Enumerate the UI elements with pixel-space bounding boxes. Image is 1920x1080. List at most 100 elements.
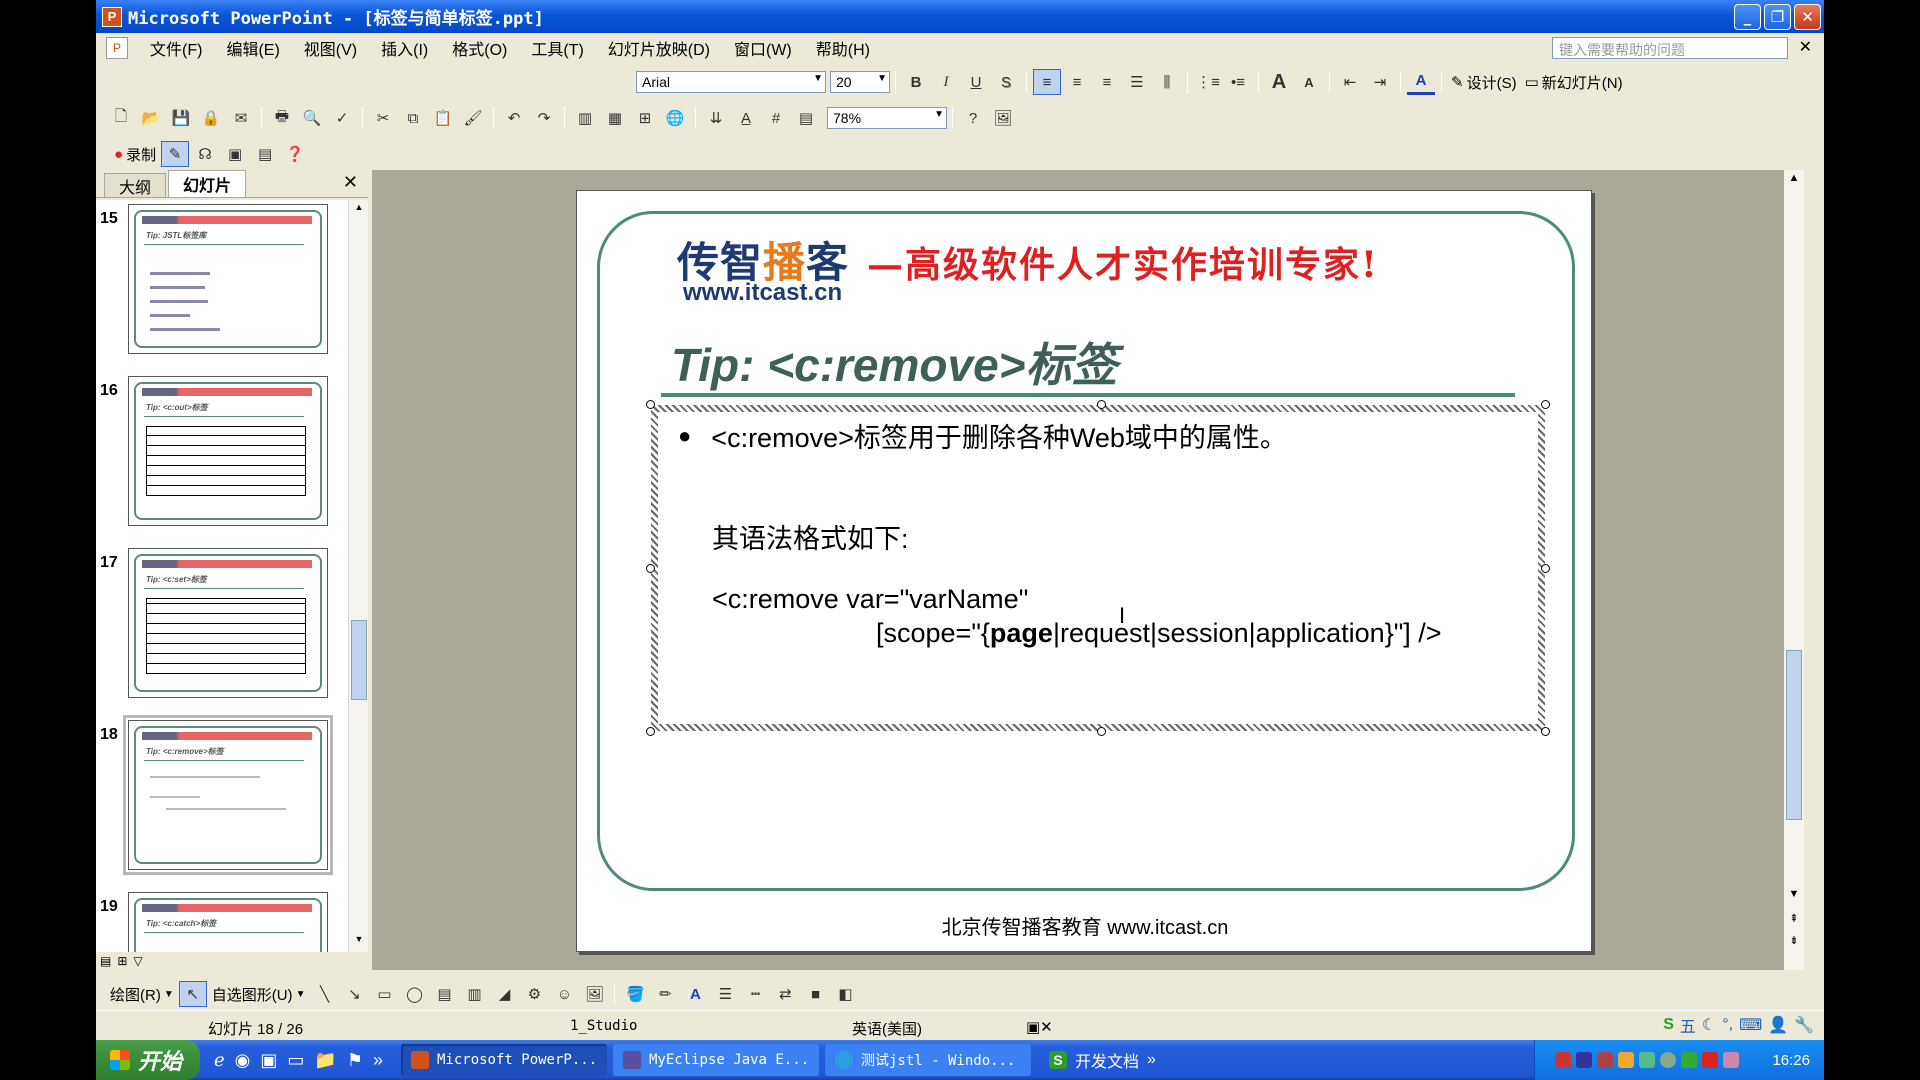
record-button[interactable]: ● 录制 (110, 144, 160, 165)
increase-indent-icon[interactable]: ⇥ (1366, 69, 1394, 95)
tool-icon[interactable]: ⚑ (347, 1050, 363, 1071)
wordart-icon[interactable]: ◢ (490, 981, 518, 1007)
zoom-select[interactable]: 78% ▼ (827, 107, 947, 129)
title-bar[interactable]: P Microsoft PowerPoint - [标签与简单标签.ppt] _… (96, 0, 1824, 33)
start-button[interactable]: 开始 (96, 1040, 200, 1080)
slideshow-view-icon[interactable]: ▽ (133, 954, 142, 968)
bullets-icon[interactable]: •≡ (1224, 69, 1252, 95)
font-size-select[interactable]: 20 ▼ (830, 71, 890, 93)
permission-icon[interactable]: 🔒 (197, 105, 225, 131)
thumbnail-row[interactable]: 19 Tip: <c:catch>标签 (96, 892, 348, 952)
3d-style-icon[interactable]: ◧ (831, 981, 859, 1007)
browser-icon[interactable]: ◉ (235, 1050, 251, 1071)
scrollbar-thumb[interactable] (351, 620, 367, 700)
document-icon[interactable]: P (106, 37, 128, 59)
minimize-button[interactable]: _ (1734, 4, 1761, 30)
autoshapes-button[interactable]: 自选图形(U) ▼ (208, 984, 310, 1005)
shadow-button[interactable]: S (992, 69, 1020, 95)
italic-button[interactable]: I (932, 69, 960, 95)
slide-scrollbar[interactable]: ▲ ▼ ⇞ ⇟ (1784, 170, 1804, 970)
text-direction-icon[interactable]: ⫼ (1153, 69, 1181, 95)
task-powerpoint[interactable]: Microsoft PowerP... (400, 1044, 607, 1076)
resize-handle[interactable] (646, 564, 655, 573)
font-color-icon[interactable]: A (681, 981, 709, 1007)
slide-thumbnail[interactable]: Tip: <c:out>标签 (128, 376, 328, 526)
thumbnail-row[interactable]: 18 Tip: <c:remove>标签 (96, 715, 348, 880)
thumbnails-scrollbar[interactable]: ▲ ▼ (348, 200, 368, 952)
more-chevron-icon[interactable]: » (1147, 1051, 1156, 1069)
edit-icon[interactable]: ✎ (161, 141, 190, 167)
restore-button[interactable]: ❐ (1764, 4, 1791, 30)
slide-sorter-icon[interactable]: ⊞ (117, 954, 127, 968)
folder-icon[interactable]: 📁 (314, 1050, 336, 1071)
ime-s-icon[interactable]: S (1663, 1016, 1674, 1034)
numbering-icon[interactable]: ⋮≡ (1194, 69, 1222, 95)
insert-table-icon[interactable]: ▦ (601, 105, 629, 131)
font-name-select[interactable]: Arial ▼ (636, 71, 826, 93)
next-slide-icon[interactable]: ⇟ (1786, 934, 1802, 947)
ime-wubi-icon[interactable]: 五 (1680, 1013, 1696, 1037)
design-button[interactable]: ✎ 设计(S) (1447, 72, 1521, 93)
save-icon[interactable]: 💾 (167, 105, 195, 131)
slide-canvas[interactable]: 传智播客 www.itcast.cn —高级软件人才实作培训专家! Tip: <… (576, 190, 1592, 952)
explorer-icon[interactable]: ▣ (260, 1050, 277, 1071)
desktop-icon[interactable]: ▭ (287, 1050, 304, 1071)
ime-keyboard-icon[interactable]: ⌨ (1739, 1015, 1762, 1035)
hyperlink-icon[interactable]: 🌐 (661, 105, 689, 131)
menu-format[interactable]: 格式(O) (440, 35, 519, 61)
thumbnail-row[interactable]: 16 Tip: <c:out>标签 (96, 376, 348, 536)
help-icon[interactable]: ? (959, 105, 987, 131)
ime-tools-icon[interactable]: 🔧 (1794, 1015, 1814, 1035)
rectangle-icon[interactable]: ▭ (370, 981, 398, 1007)
normal-view-icon[interactable]: ▤ (100, 954, 111, 968)
menu-help[interactable]: 帮助(H) (804, 35, 882, 61)
justify-icon[interactable]: ☰ (1123, 69, 1151, 95)
thumbnail-row[interactable]: 17 Tip: <c:set>标签 (96, 548, 348, 708)
print-icon[interactable]: 🖶 (268, 105, 296, 131)
kingsoft-doc[interactable]: S 开发文档 » (1048, 1048, 1156, 1072)
tray-p-icon[interactable] (1576, 1052, 1592, 1068)
menu-view[interactable]: 视图(V) (292, 35, 369, 61)
menu-tools[interactable]: 工具(T) (519, 35, 595, 61)
pane-close-icon[interactable]: ✕ (343, 172, 358, 193)
resize-handle[interactable] (1541, 564, 1550, 573)
resize-handle[interactable] (646, 400, 655, 409)
resize-handle[interactable] (646, 727, 655, 736)
undo-icon[interactable]: ↶ (500, 105, 528, 131)
slide-thumbnail[interactable]: Tip: JSTL标签库 (128, 204, 328, 354)
tray-antivirus-icon[interactable] (1702, 1052, 1718, 1068)
broadcast-icon[interactable]: ☊ (191, 141, 219, 167)
ime-moon-icon[interactable]: ☾ (1702, 1015, 1716, 1035)
redo-icon[interactable]: ↷ (530, 105, 558, 131)
scroll-up-icon[interactable]: ▲ (351, 202, 367, 218)
tab-outline[interactable]: 大纲 (104, 173, 167, 197)
tab-slides[interactable]: 幻灯片 (168, 170, 247, 197)
scrollbar-thumb[interactable] (1786, 650, 1802, 820)
resize-handle[interactable] (1541, 400, 1550, 409)
task-myeclipse[interactable]: MyEclipse Java E... (612, 1044, 819, 1076)
resize-handle[interactable] (1097, 400, 1106, 409)
tray-network-icon[interactable] (1597, 1052, 1613, 1068)
shadow-style-icon[interactable]: ■ (801, 981, 829, 1007)
align-left-icon[interactable]: ≡ (1033, 69, 1061, 95)
slide-thumbnail[interactable]: Tip: <c:set>标签 (128, 548, 328, 698)
more-chevron-icon[interactable]: » (373, 1050, 383, 1071)
powerpoint-app-icon[interactable]: P (102, 6, 122, 27)
new-document-icon[interactable]: 🗋 (107, 105, 135, 131)
clipart-icon[interactable]: 🖼 (989, 105, 1017, 131)
presentation-icon[interactable]: ▣ (221, 141, 249, 167)
close-button[interactable]: ✕ (1794, 4, 1821, 30)
clipart-icon[interactable]: ☺ (550, 981, 578, 1007)
cut-icon[interactable]: ✂ (369, 105, 397, 131)
menu-slideshow[interactable]: 幻灯片放映(D) (596, 35, 722, 61)
underline-button[interactable]: U (962, 69, 990, 95)
resize-handle[interactable] (1541, 727, 1550, 736)
tray-misc-icon[interactable] (1723, 1052, 1739, 1068)
draw-menu-button[interactable]: 绘图(R) ▼ (106, 984, 178, 1005)
align-center-icon[interactable]: ≡ (1063, 69, 1091, 95)
bold-button[interactable]: B (902, 69, 930, 95)
new-slide-button[interactable]: ▭ 新幻灯片(N) (1521, 72, 1627, 93)
color-grayscale-icon[interactable]: ▤ (792, 105, 820, 131)
increase-font-icon[interactable]: A (1265, 69, 1293, 95)
scroll-down-icon[interactable]: ▼ (1786, 888, 1802, 900)
